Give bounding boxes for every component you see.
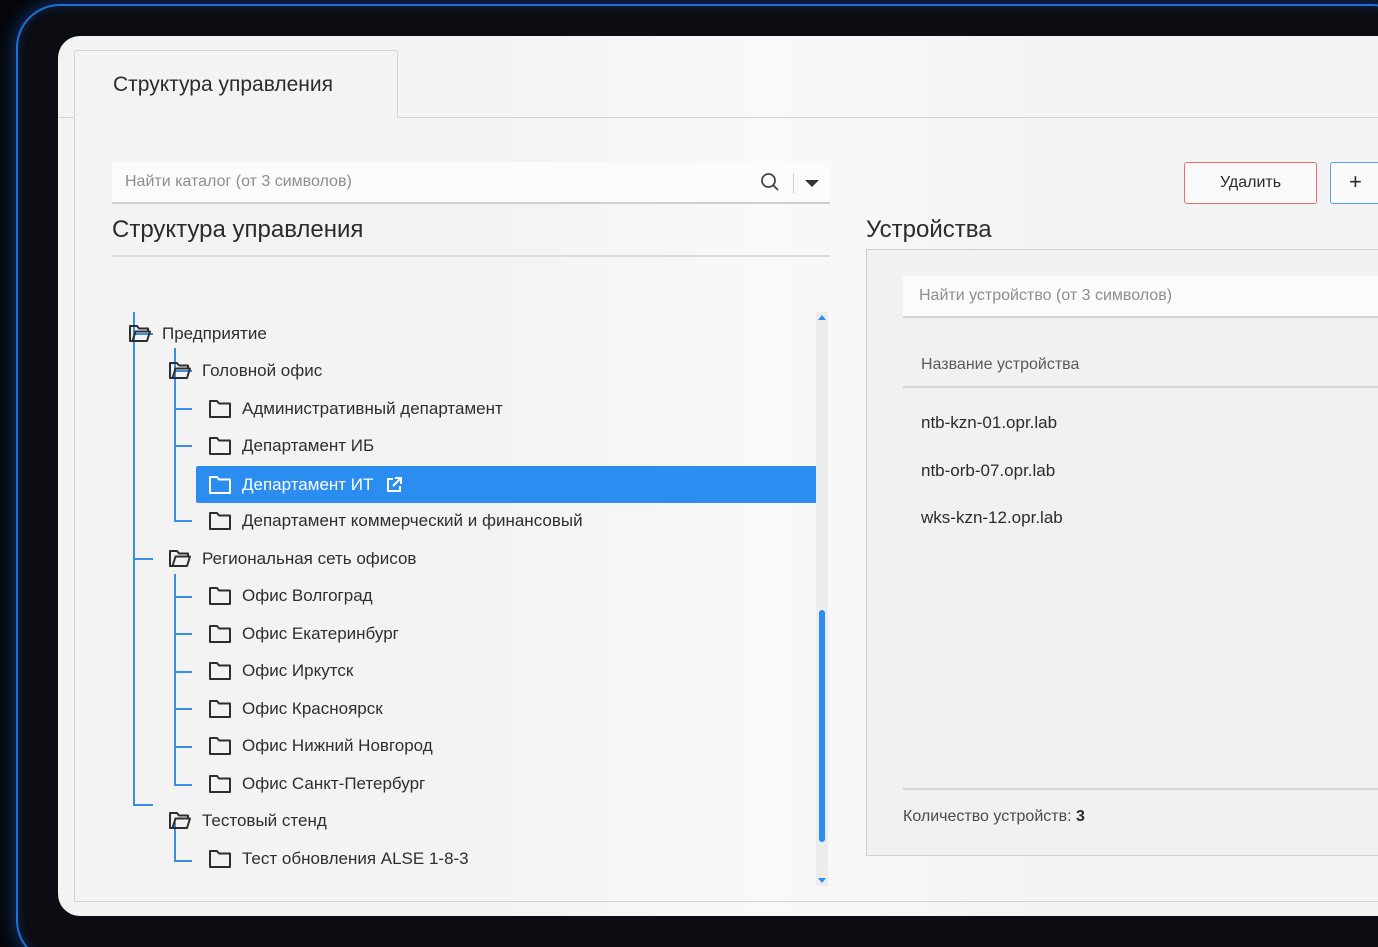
tree-node-label: Департамент ИТ bbox=[242, 474, 374, 494]
tree-node-commercial-dept[interactable]: Департамент коммерческий и финансовый bbox=[208, 503, 583, 539]
tree-node-label: Департамент ИБ bbox=[242, 436, 375, 455]
device-search-placeholder: Найти устройство (от 3 символов) bbox=[919, 287, 1173, 304]
tree-connector bbox=[174, 708, 192, 710]
tree-node-test-stand[interactable]: Тестовый стенд bbox=[168, 803, 327, 839]
device-row[interactable]: wks-kzn-12.opr.lab bbox=[921, 508, 1063, 528]
tree-node-office-irkutsk[interactable]: Офис Иркутск bbox=[208, 653, 353, 689]
folder-icon bbox=[209, 587, 231, 605]
add-button[interactable]: + bbox=[1330, 162, 1378, 204]
folder-open-icon bbox=[169, 812, 191, 829]
search-icon[interactable] bbox=[760, 172, 780, 192]
tree-connector bbox=[174, 784, 192, 786]
tree-node-label: Офис Волгоград bbox=[242, 586, 373, 605]
tree-connector bbox=[133, 558, 153, 560]
tree-connector bbox=[133, 804, 153, 806]
tree-node-it-dept[interactable]: Департамент ИТ bbox=[196, 466, 818, 503]
tree-connector bbox=[174, 596, 192, 598]
folder-icon bbox=[209, 512, 231, 530]
tree-node-admin-dept[interactable]: Административный департамент bbox=[208, 391, 503, 427]
catalog-search-input[interactable]: Найти каталог (от 3 символов) bbox=[112, 162, 830, 204]
tree-node-label: Офис Иркутск bbox=[242, 661, 354, 680]
folder-icon bbox=[209, 437, 231, 455]
tree-node-label: Офис Екатеринбург bbox=[242, 624, 399, 643]
folder-icon bbox=[209, 400, 231, 418]
folder-icon bbox=[209, 475, 231, 494]
tree-connector bbox=[174, 671, 192, 673]
search-separator bbox=[793, 173, 794, 193]
folder-open-icon bbox=[129, 325, 151, 342]
tree-connector bbox=[174, 574, 176, 786]
folder-icon bbox=[209, 625, 231, 643]
tree-connector bbox=[174, 860, 192, 862]
tree-connector bbox=[174, 408, 192, 410]
catalog-search-placeholder: Найти каталог (от 3 символов) bbox=[125, 173, 352, 190]
device-row[interactable]: ntb-kzn-01.opr.lab bbox=[921, 413, 1057, 433]
delete-button[interactable]: Удалить bbox=[1184, 162, 1317, 204]
device-count: Количество устройств: 3 bbox=[903, 808, 1085, 826]
tree-connector bbox=[174, 746, 192, 748]
tree-node-label: Офис Санкт-Петербург bbox=[242, 774, 426, 793]
tree-node-office-yekaterinburg[interactable]: Офис Екатеринбург bbox=[208, 616, 399, 652]
folder-icon bbox=[209, 700, 231, 718]
tree-node-regional-network[interactable]: Региональная сеть офисов bbox=[168, 541, 416, 577]
tree-node-label: Офис Нижний Новгород bbox=[242, 736, 433, 755]
tree-connector bbox=[174, 633, 192, 635]
tab-management-structure[interactable]: Структура управления bbox=[74, 50, 398, 118]
tree-node-ib-dept[interactable]: Департамент ИБ bbox=[208, 428, 374, 464]
device-row[interactable]: ntb-orb-07.opr.lab bbox=[921, 461, 1055, 481]
scroll-up-icon[interactable] bbox=[816, 312, 828, 324]
tree-node-label: Тест обновления ALSE 1-8-3 bbox=[242, 849, 469, 868]
tree-node-enterprise[interactable]: Предприятие bbox=[128, 316, 267, 352]
folder-icon bbox=[209, 737, 231, 755]
tree-node-office-volgograd[interactable]: Офис Волгоград bbox=[208, 578, 373, 614]
app-window: Структура управления Найти каталог (от 3… bbox=[58, 36, 1378, 916]
device-count-value: 3 bbox=[1075, 808, 1085, 825]
folder-icon bbox=[209, 662, 231, 680]
catalog-tree: Предприятие Головной офис Административн… bbox=[112, 274, 830, 868]
tree-node-head-office[interactable]: Головной офис bbox=[168, 353, 322, 389]
divider bbox=[112, 255, 830, 257]
tree-node-label: Головной офис bbox=[202, 361, 323, 380]
devices-panel-title: Устройства bbox=[866, 216, 992, 243]
folder-open-icon bbox=[169, 550, 191, 567]
device-search-input[interactable]: Найти устройство (от 3 символов) bbox=[903, 276, 1378, 318]
tree-node-label: Региональная сеть офисов bbox=[202, 549, 417, 568]
tab-bar: Структура управления bbox=[58, 36, 1378, 118]
tree-node-label: Офис Красноярск bbox=[242, 699, 383, 718]
scroll-thumb[interactable] bbox=[819, 610, 825, 842]
tree-connector bbox=[174, 520, 192, 522]
column-header-device-name[interactable]: Название устройства bbox=[903, 346, 1378, 388]
external-link-icon[interactable] bbox=[385, 476, 403, 494]
tree-node-office-saint-petersburg[interactable]: Офис Санкт-Петербург bbox=[208, 766, 425, 802]
tree-node-label: Тестовый стенд bbox=[202, 811, 327, 830]
tree-node-label: Предприятие bbox=[162, 324, 267, 343]
left-panel-title: Структура управления bbox=[112, 216, 364, 243]
tree-node-label: Департамент коммерческий и финансовый bbox=[242, 511, 583, 530]
devices-panel: Найти устройство (от 3 символов) Названи… bbox=[866, 249, 1378, 856]
tree-node-office-nizhny-novgorod[interactable]: Офис Нижний Новгород bbox=[208, 728, 433, 764]
scroll-down-icon[interactable] bbox=[816, 874, 828, 886]
tree-scrollbar[interactable] bbox=[816, 312, 828, 886]
tree-node-office-krasnoyarsk[interactable]: Офис Красноярск bbox=[208, 691, 383, 727]
divider bbox=[903, 788, 1378, 790]
tree-connector bbox=[174, 445, 192, 447]
device-count-label: Количество устройств: bbox=[903, 808, 1072, 825]
folder-open-icon bbox=[169, 362, 191, 379]
chevron-down-icon[interactable] bbox=[803, 174, 821, 192]
tree-node-label: Административный департамент bbox=[242, 399, 503, 418]
folder-icon bbox=[209, 775, 231, 793]
tree-node-alse-update-test[interactable]: Тест обновления ALSE 1-8-3 bbox=[208, 841, 469, 877]
folder-icon bbox=[209, 850, 231, 868]
